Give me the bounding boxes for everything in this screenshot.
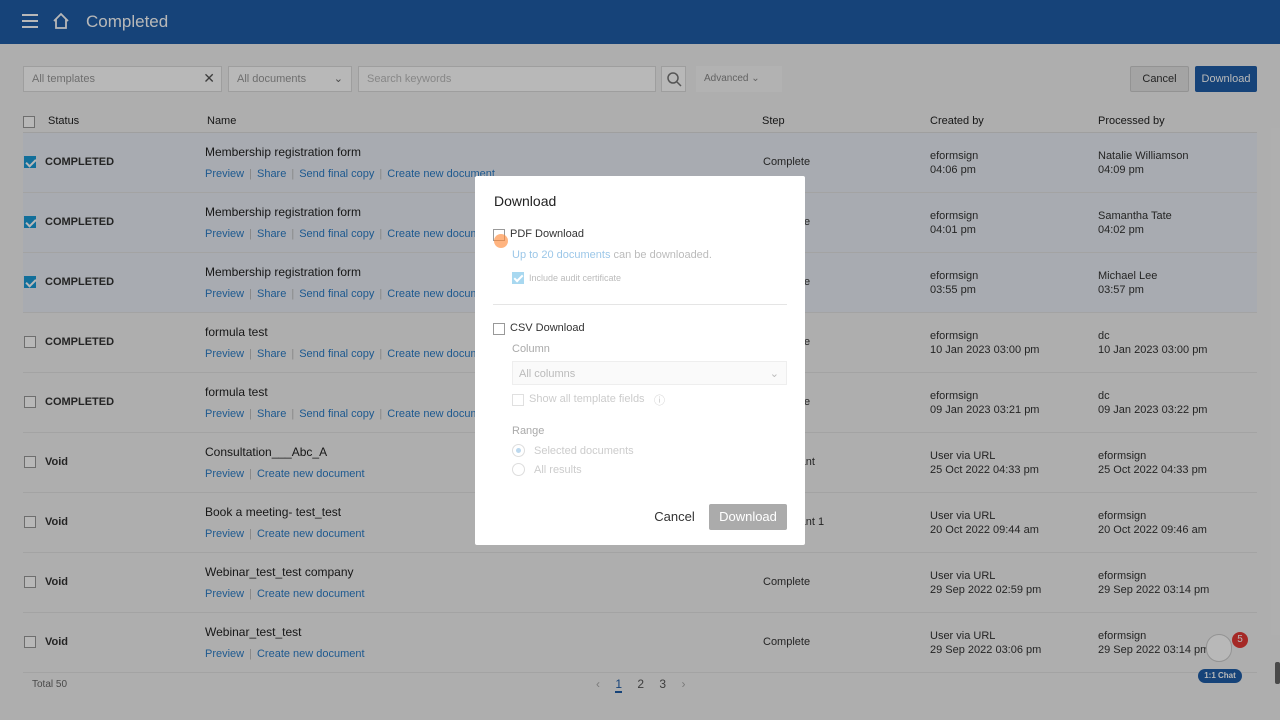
column-label: Column [512,343,550,355]
download-dialog: Download PDF Download Up to 20 documents… [475,176,805,545]
divider [493,304,787,305]
pdf-limit-link[interactable]: Up to 20 documents [512,249,610,261]
pdf-download-label[interactable]: PDF Download [510,228,584,240]
csv-download-label[interactable]: CSV Download [510,322,585,334]
chevron-down-icon: ⌄ [769,368,779,380]
cursor-highlight [494,234,508,248]
info-icon[interactable]: ⓘ [654,392,665,408]
dialog-title: Download [494,193,557,209]
show-all-fields-label: Show all template fields [529,393,645,405]
range-all-radio[interactable] [512,463,525,476]
pdf-note-text: can be downloaded. [610,249,712,261]
range-label: Range [512,425,545,437]
csv-download-checkbox[interactable] [493,323,505,335]
dialog-cancel-button[interactable]: Cancel [647,504,702,530]
column-select[interactable]: All columns ⌄ [512,361,787,385]
dialog-download-button[interactable]: Download [709,504,787,530]
column-select-value: All columns [519,368,576,380]
audit-certificate-checkbox[interactable] [512,272,524,284]
range-all-label: All results [534,464,582,476]
audit-certificate-label: Include audit certificate [529,273,622,283]
show-all-fields-checkbox[interactable] [512,394,524,406]
range-selected-radio[interactable] [512,444,525,457]
range-selected-label: Selected documents [534,445,634,457]
pdf-download-note: Up to 20 documents can be downloaded. [512,249,712,261]
